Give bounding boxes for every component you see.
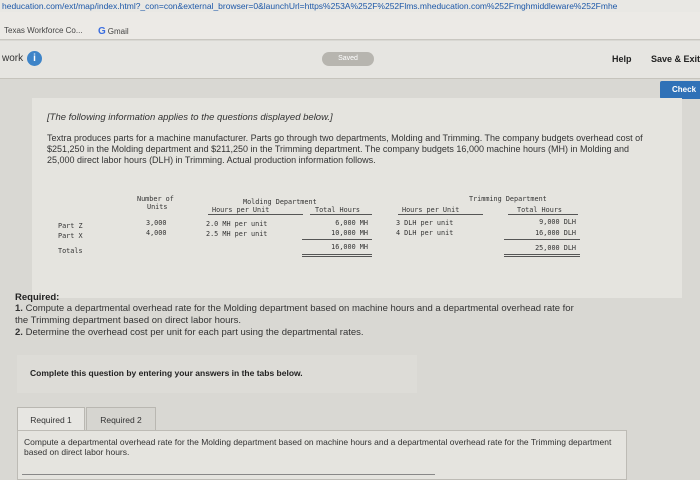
header-molding-dept: Molding Department <box>243 198 317 206</box>
trimming-total-rule-2 <box>504 256 580 257</box>
molding-subtotal-rule <box>302 239 372 240</box>
info-icon[interactable]: i <box>27 51 42 66</box>
required-item-1-text: Compute a departmental overhead rate for… <box>25 303 574 314</box>
row-label-part-x: Part X <box>58 232 83 240</box>
header-units-line1: Number of <box>137 195 174 203</box>
part-x-molding-per-unit: 2.5 MH per unit <box>206 230 268 238</box>
answer-area-divider <box>22 474 435 475</box>
required-item-1-number: 1. <box>15 303 23 314</box>
bookmark-gmail-label: Gmail <box>107 27 129 36</box>
part-z-trimming-per-unit: 3 DLH per unit <box>396 219 454 227</box>
save-exit-button[interactable]: Save & Exit <box>651 54 700 64</box>
work-label: work <box>2 53 24 64</box>
part-z-trimming-total: 9,000 DLH <box>539 218 576 226</box>
required-item-1: 1. Compute a departmental overhead rate … <box>15 303 695 315</box>
bookmark-gmail[interactable]: G Gmail <box>98 26 129 37</box>
required-item-2-number: 2. <box>15 327 23 338</box>
production-table: Number of Units Molding Department Hours… <box>40 195 655 267</box>
molding-total-header-rule <box>310 214 372 215</box>
trimming-subtotal-rule <box>504 239 580 240</box>
bookmark-texas-workforce[interactable]: Texas Workforce Co... <box>4 26 83 35</box>
trimming-header-rule <box>398 214 483 215</box>
molding-header-rule <box>208 214 303 215</box>
check-button[interactable]: Check <box>660 81 700 99</box>
problem-intro: [The following information applies to th… <box>47 112 333 123</box>
totals-trimming: 25,000 DLH <box>535 244 576 252</box>
header-trimming-dept: Trimming Department <box>469 195 547 203</box>
part-z-molding-per-unit: 2.0 MH per unit <box>206 220 268 228</box>
gmail-icon: G <box>98 26 106 37</box>
part-z-units: 3,000 <box>146 219 167 227</box>
header-trimming-hours-per-unit: Hours per Unit <box>402 206 460 214</box>
problem-paragraph: Textra produces parts for a machine manu… <box>47 133 643 165</box>
totals-molding: 16,000 MH <box>331 243 368 251</box>
part-x-trimming-per-unit: 4 DLH per unit <box>396 229 454 237</box>
trimming-total-header-rule <box>508 214 578 215</box>
part-z-molding-total: 6,000 MH <box>335 219 368 227</box>
saved-status-badge: Saved <box>322 52 374 66</box>
help-button[interactable]: Help <box>612 54 632 64</box>
required-item-1-continued: the Trimming department based on direct … <box>15 315 242 326</box>
part-x-trimming-total: 16,000 DLH <box>535 229 576 237</box>
instructions-text: Complete this question by entering your … <box>30 368 303 378</box>
molding-total-rule-1 <box>302 254 372 255</box>
row-label-part-z: Part Z <box>58 222 83 230</box>
molding-total-rule-2 <box>302 256 372 257</box>
header-molding-hours-per-unit: Hours per Unit <box>212 206 270 214</box>
row-label-totals: Totals <box>58 247 83 255</box>
trimming-total-rule-1 <box>504 254 580 255</box>
header-units-line2: Units <box>147 203 168 211</box>
required-heading: Required: <box>15 292 60 303</box>
tab-required-2[interactable]: Required 2 <box>86 407 156 432</box>
tab-required-1[interactable]: Required 1 <box>17 407 85 432</box>
bookmarks-bar: Texas Workforce Co... G Gmail <box>0 12 700 40</box>
assignment-toolbar: work i Saved Help Save & Exit <box>0 41 700 79</box>
part-x-molding-total: 10,000 MH <box>331 229 368 237</box>
header-trimming-total-hours: Total Hours <box>517 206 563 214</box>
task-description: Compute a departmental overhead rate for… <box>24 437 612 457</box>
header-molding-total-hours: Total Hours <box>315 206 361 214</box>
part-x-units: 4,000 <box>146 229 167 237</box>
required-item-2-text: Determine the overhead cost per unit for… <box>25 327 364 338</box>
address-bar[interactable]: heducation.com/ext/map/index.html?_con=c… <box>0 0 700 12</box>
required-item-2: 2. Determine the overhead cost per unit … <box>15 327 695 339</box>
